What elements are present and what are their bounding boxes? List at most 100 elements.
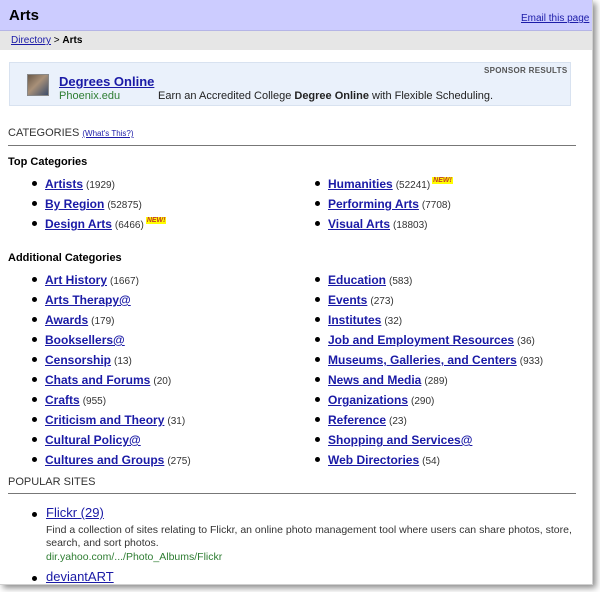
bullet-icon [32, 317, 37, 323]
page-frame: Arts Email this page Directory > Arts SP… [0, 0, 593, 585]
sponsor-desc-bold: Degree Online [294, 90, 369, 102]
category-count: (23) [389, 416, 407, 427]
breadcrumb-separator: > [53, 35, 60, 46]
category-item: Cultural Policy@ [32, 433, 144, 449]
bullet-icon [32, 417, 37, 423]
category-count: (275) [167, 456, 191, 467]
popular-site-name[interactable]: deviantART [46, 569, 114, 584]
breadcrumb-directory-link[interactable]: Directory [11, 35, 51, 46]
category-item: Booksellers@ [32, 333, 128, 349]
category-link[interactable]: Events [328, 293, 367, 307]
category-link[interactable]: News and Media [328, 373, 421, 387]
bullet-icon [315, 181, 320, 187]
sponsor-ad-url[interactable]: Phoenix.edu [59, 90, 120, 102]
category-item: Education (583) [315, 273, 412, 289]
category-count: (933) [519, 356, 544, 367]
category-count: (18803) [393, 220, 428, 231]
category-link[interactable]: Shopping and Services@ [328, 433, 472, 447]
category-link[interactable]: Cultural Policy@ [45, 433, 141, 447]
whats-this-link[interactable]: (What's This?) [82, 129, 133, 138]
category-link[interactable]: Criticism and Theory [45, 413, 164, 427]
bullet-icon [315, 457, 320, 463]
bullet-icon [315, 221, 320, 227]
category-link[interactable]: Censorship [45, 353, 111, 367]
sponsor-desc-suffix: with Flexible Scheduling. [368, 90, 494, 102]
bullet-icon [315, 377, 320, 383]
email-page-link[interactable]: Email this page [521, 13, 589, 24]
sponsor-ad-description: Earn an Accredited College Degree Online… [158, 90, 493, 102]
bullet-icon [315, 417, 320, 423]
category-link[interactable]: Arts Therapy@ [45, 293, 131, 307]
bullet-icon [315, 317, 320, 323]
bullet-icon [32, 397, 37, 403]
new-badge: NEW! [145, 217, 167, 224]
bullet-icon [315, 357, 320, 363]
bullet-icon [32, 457, 37, 463]
breadcrumb-trail: Directory > Arts [11, 35, 82, 46]
sponsor-results-label: SPONSOR RESULTS [484, 66, 568, 75]
categories-heading: CATEGORIES (What's This?) [8, 127, 134, 139]
popular-site-link[interactable]: deviantART [46, 569, 114, 584]
bullet-icon [32, 277, 37, 283]
category-link[interactable]: Visual Arts [328, 217, 390, 231]
category-link[interactable]: Web Directories [328, 453, 419, 467]
categories-heading-text: CATEGORIES [8, 127, 80, 139]
bullet-icon [32, 337, 37, 343]
category-link[interactable]: Museums, Galleries, and Centers [328, 353, 517, 367]
breadcrumb: Directory > Arts [0, 31, 592, 50]
category-link[interactable]: Crafts [45, 393, 80, 407]
category-link[interactable]: Education [328, 273, 386, 287]
category-link[interactable]: Chats and Forums [45, 373, 150, 387]
breadcrumb-current: Arts [62, 35, 83, 46]
category-link[interactable]: Institutes [328, 313, 381, 327]
popular-site-link[interactable]: Flickr (29) [46, 505, 104, 520]
category-item: Shopping and Services@ [315, 433, 475, 449]
category-count: (955) [82, 396, 107, 407]
category-link[interactable]: Reference [328, 413, 386, 427]
popular-site-count[interactable]: (29) [81, 505, 104, 520]
bullet-icon [32, 437, 37, 443]
category-link[interactable]: Design Arts [45, 217, 112, 231]
category-count: (13) [114, 356, 132, 367]
category-link[interactable]: Organizations [328, 393, 408, 407]
category-count: (1667) [110, 276, 139, 287]
category-link[interactable]: Booksellers@ [45, 333, 125, 347]
popular-sites-divider [8, 493, 576, 494]
category-count: (20) [153, 376, 172, 387]
category-item: Censorship (13) [32, 353, 132, 369]
bullet-icon [315, 397, 320, 403]
category-item: Criticism and Theory (31) [32, 413, 185, 429]
sponsor-thumbnail-image[interactable] [27, 74, 49, 96]
category-count: (7708) [421, 200, 451, 211]
category-link[interactable]: Performing Arts [328, 197, 419, 211]
sponsor-desc-prefix: Earn an Accredited College [158, 90, 295, 102]
category-count: (289) [424, 376, 448, 387]
category-link[interactable]: Awards [45, 313, 88, 327]
sponsor-ad-title-link[interactable]: Degrees Online [59, 74, 154, 89]
bullet-icon [32, 297, 37, 303]
category-item: Web Directories (54) [315, 453, 440, 469]
popular-site-url[interactable]: dir.yahoo.com/.../Photo_Albums/Flickr [46, 551, 222, 563]
category-link[interactable]: By Region [45, 197, 104, 211]
popular-site-description: Find a collection of sites relating to F… [46, 524, 572, 549]
category-link[interactable]: Art History [45, 273, 107, 287]
category-count: (32) [384, 316, 403, 327]
new-badge: NEW! [432, 177, 453, 184]
category-link[interactable]: Humanities [328, 177, 393, 191]
category-item: Crafts (955) [32, 393, 106, 409]
category-item: Design Arts (6466) NEW! [32, 217, 167, 233]
bullet-icon [32, 357, 37, 363]
category-count: (6466) [114, 220, 144, 231]
popular-site-name[interactable]: Flickr [46, 505, 77, 520]
category-item: Museums, Galleries, and Centers (933) [315, 353, 543, 369]
bullet-icon [32, 181, 37, 187]
category-count: (36) [517, 336, 535, 347]
category-link[interactable]: Artists [45, 177, 83, 191]
category-count: (31) [167, 416, 186, 427]
category-count: (52875) [107, 200, 142, 211]
category-link[interactable]: Cultures and Groups [45, 453, 164, 467]
category-item: Events (273) [315, 293, 394, 309]
category-item: By Region (52875) [32, 197, 142, 213]
category-link[interactable]: Job and Employment Resources [328, 333, 514, 347]
category-item: Chats and Forums (20) [32, 373, 171, 389]
